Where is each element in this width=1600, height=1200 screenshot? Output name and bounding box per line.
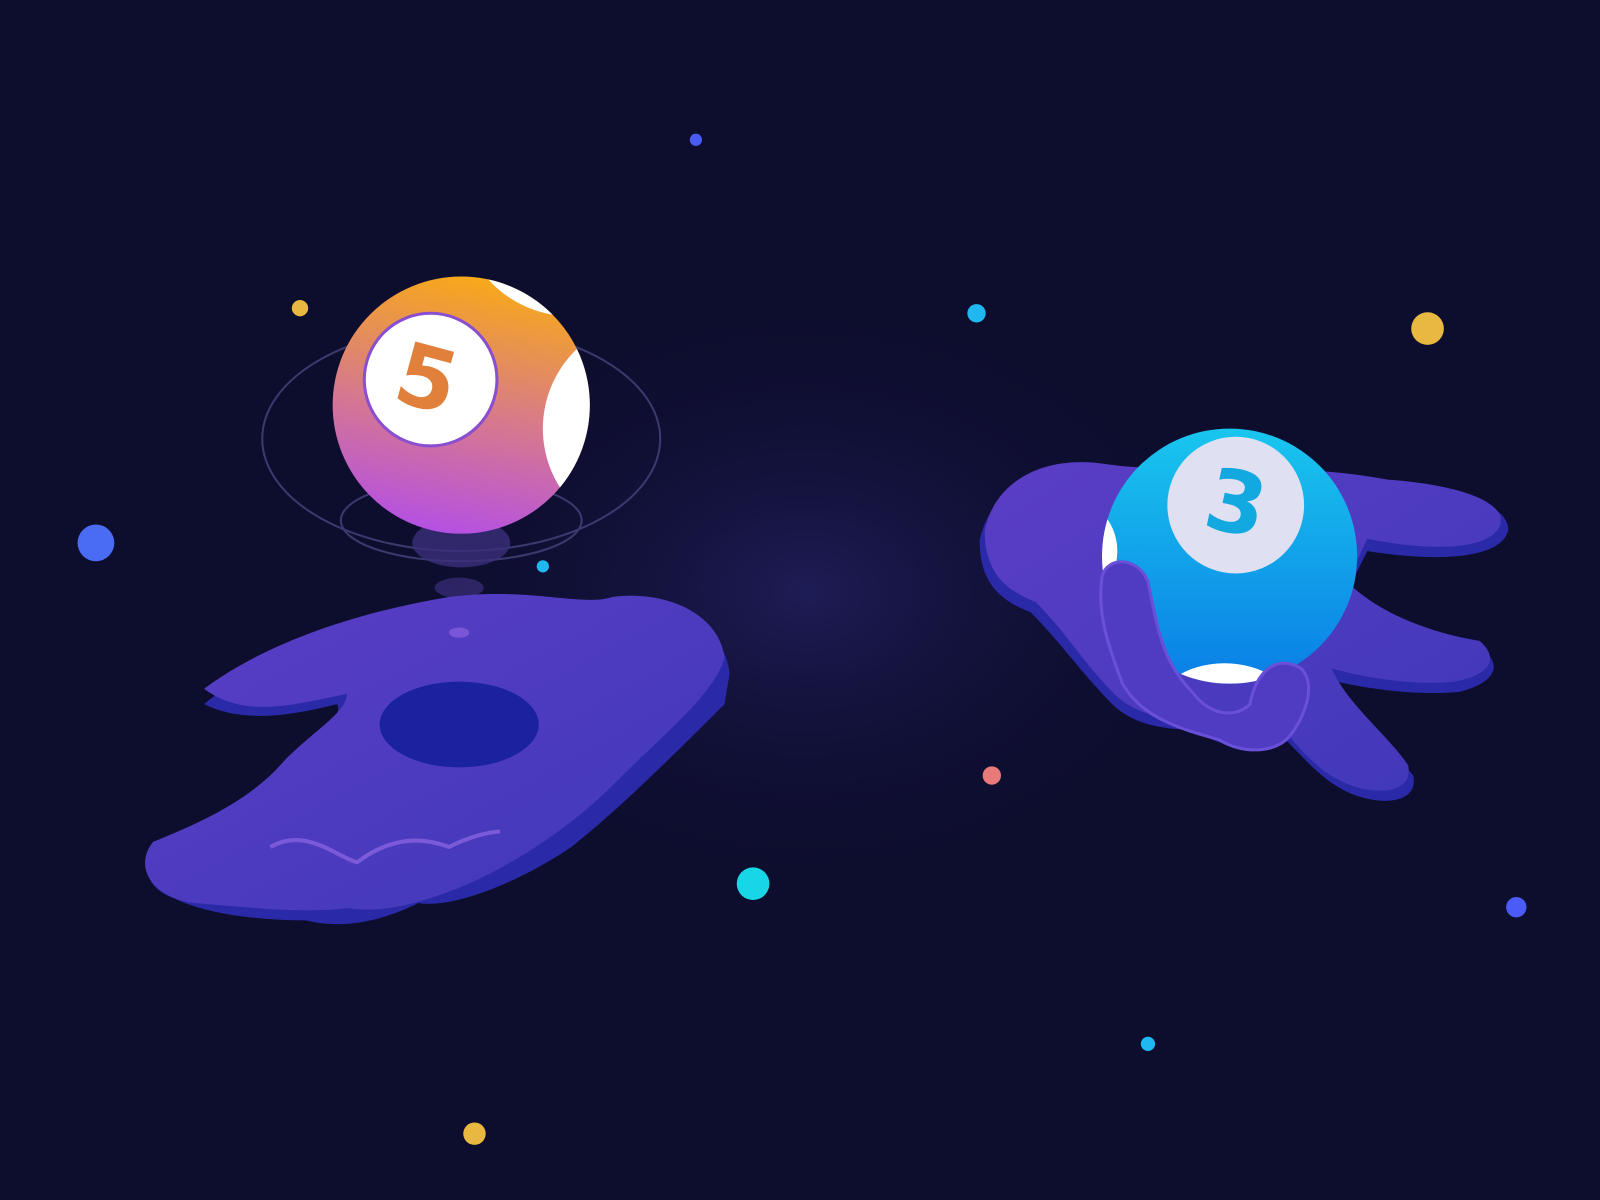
- star-dot: [736, 867, 770, 900]
- illustration-canvas: 5 3: [0, 0, 1600, 1200]
- palm-hollow: [379, 681, 539, 768]
- star-dot: [1140, 1036, 1156, 1052]
- star-dot: [1506, 896, 1527, 918]
- star-dot: [463, 1122, 486, 1145]
- star-dot: [1411, 312, 1444, 345]
- star-dot: [536, 560, 549, 573]
- star-dot: [982, 766, 1002, 785]
- star-dot: [967, 304, 986, 323]
- star-dot: [77, 524, 115, 562]
- star-dot: [689, 133, 703, 146]
- star-dot: [291, 300, 309, 317]
